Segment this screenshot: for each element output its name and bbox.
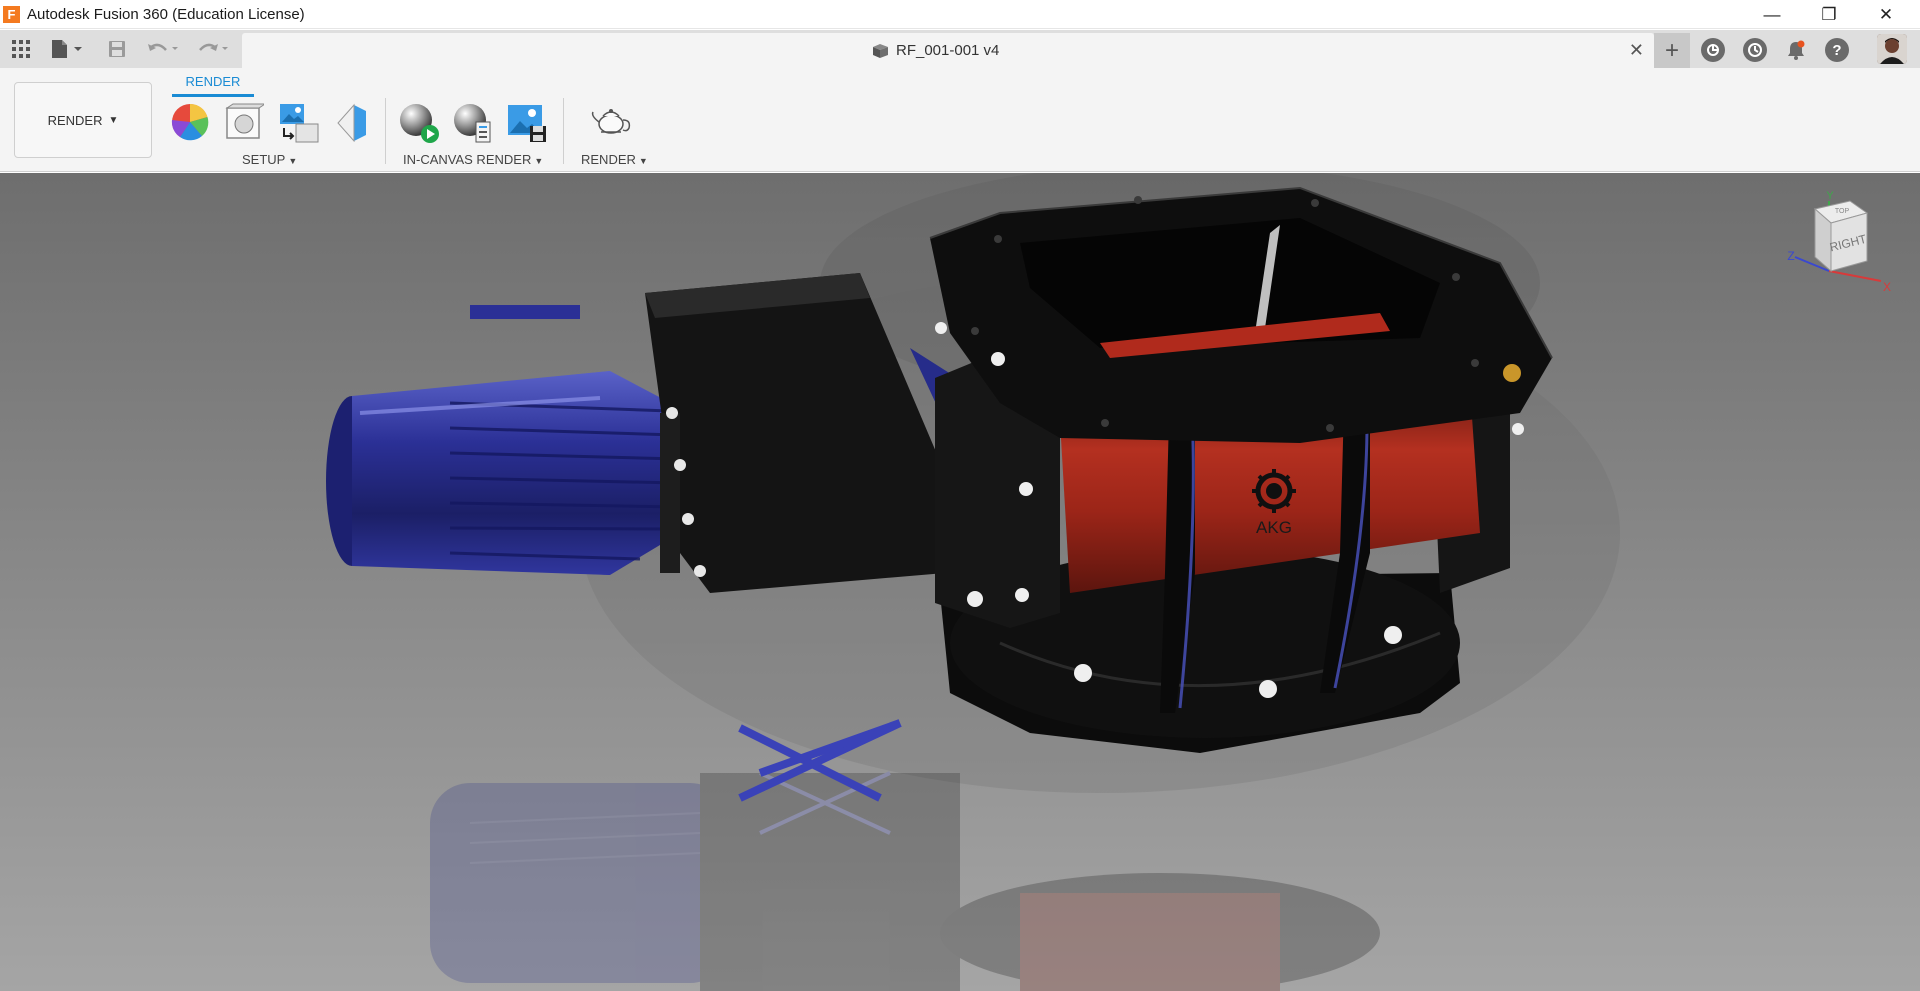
decal-icon (280, 104, 319, 143)
close-button[interactable]: ✕ (1858, 0, 1914, 29)
render-sphere-settings-icon (454, 104, 491, 143)
maximize-button[interactable]: ❐ (1801, 0, 1857, 29)
viewcube[interactable]: RIGHT TOP Y Z X (1785, 191, 1895, 301)
file-menu-button[interactable] (48, 38, 88, 60)
decal-button[interactable] (278, 102, 319, 143)
ribbon: RENDER ▼ RENDER SETUP ▼ IN-CANVAS RENDER… (0, 68, 1920, 172)
minimize-button[interactable]: — (1744, 0, 1800, 29)
new-tab-button[interactable]: + (1654, 33, 1690, 68)
file-icon (52, 40, 82, 58)
user-avatar[interactable] (1877, 34, 1907, 64)
title-bar: F Autodesk Fusion 360 (Education License… (0, 0, 1920, 29)
workspace-switcher[interactable]: RENDER ▼ (14, 82, 152, 158)
axis-x-label: X (1883, 280, 1891, 294)
chevron-down-icon: ▼ (288, 156, 298, 166)
color-wheel-icon (171, 103, 209, 141)
x-axis-line (1828, 270, 1882, 282)
document-tab[interactable]: RF_001-001 v4 ✕ (242, 33, 1654, 68)
undo-icon[interactable] (146, 38, 182, 60)
ribbon-separator (563, 98, 564, 164)
apps-grid-icon[interactable] (10, 38, 32, 60)
chevron-down-icon: ▼ (534, 156, 544, 166)
texture-map-controls-button[interactable] (334, 102, 370, 143)
teapot-icon (591, 109, 631, 134)
texture-map-icon (337, 103, 366, 143)
axis-z-label: Z (1787, 249, 1794, 263)
active-tab-indicator (172, 94, 254, 97)
in-canvas-render-settings-button[interactable] (452, 102, 492, 143)
render-group-label[interactable]: RENDER ▼ (581, 152, 648, 167)
setup-group-label[interactable]: SETUP ▼ (242, 152, 297, 167)
in-canvas-render-button[interactable] (398, 102, 439, 143)
tab-render[interactable]: RENDER (172, 74, 254, 89)
notifications-icon[interactable] (1784, 38, 1808, 62)
document-title: RF_001-001 v4 (896, 42, 1000, 59)
app-title: Autodesk Fusion 360 (Education License) (27, 6, 305, 23)
capture-image-icon (508, 105, 546, 142)
job-status-icon[interactable] (1701, 38, 1725, 62)
logo-text: AKG (1256, 518, 1292, 537)
quick-access-toolbar: RF_001-001 v4 ✕ + ? (0, 30, 1920, 68)
axis-y-label: Y (1826, 191, 1834, 202)
save-icon[interactable] (106, 38, 128, 60)
workspace-label: RENDER (47, 112, 103, 128)
render-canvas[interactable]: AKG RIGHT TOP Y Z X (0, 173, 1920, 991)
fusion-logo-icon: F (3, 6, 20, 23)
capture-image-button[interactable] (506, 102, 546, 142)
close-tab-button[interactable]: ✕ (1629, 40, 1644, 61)
redo-icon[interactable] (196, 38, 232, 60)
chevron-down-icon: ▼ (638, 156, 648, 166)
rotary-valve-model: AKG (0, 173, 1920, 991)
scene-settings-button[interactable] (224, 102, 267, 142)
in-canvas-render-group-label[interactable]: IN-CANVAS RENDER ▼ (403, 152, 543, 167)
render-button[interactable] (589, 102, 633, 142)
ribbon-separator (385, 98, 386, 164)
history-icon[interactable] (1743, 38, 1767, 62)
component-icon (873, 44, 888, 58)
help-icon[interactable]: ? (1825, 38, 1849, 62)
viewcube-face-top[interactable]: TOP (1835, 208, 1850, 215)
render-sphere-play-icon (400, 104, 439, 143)
chevron-down-icon: ▼ (108, 114, 119, 126)
scene-settings-icon (225, 103, 267, 139)
appearance-button[interactable] (170, 102, 210, 142)
